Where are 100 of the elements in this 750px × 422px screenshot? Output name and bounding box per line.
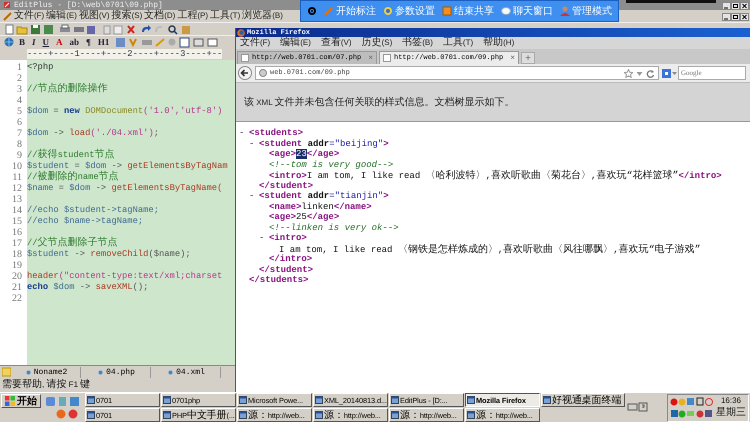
pencil-icon xyxy=(324,6,334,16)
window-icon xyxy=(315,396,323,404)
format-button[interactable]: I xyxy=(30,37,38,47)
code-line: echo $dom -> saveXML(); xyxy=(27,282,148,293)
menu-item[interactable]: 工具(T) xyxy=(442,37,474,49)
line-number: 3 xyxy=(16,84,23,95)
close-button[interactable]: × xyxy=(510,54,515,62)
code-line: $student -> removeChild($name); xyxy=(27,249,191,260)
file-tab[interactable]: 04.xml xyxy=(153,366,221,378)
caret-icon[interactable] xyxy=(636,70,643,76)
menu-item[interactable]: 编辑(E) xyxy=(46,10,77,22)
file-tab[interactable]: 04.php xyxy=(83,366,151,378)
search-engine-icon xyxy=(662,68,671,78)
menu-item[interactable]: 帮助(H) xyxy=(483,37,514,49)
text-selection: 23 xyxy=(296,149,307,160)
line-number: 12 xyxy=(11,183,23,194)
close-icon[interactable] xyxy=(740,13,749,21)
xml-comment: <!--linken is very ok--> xyxy=(269,222,399,233)
line-number: 11 xyxy=(11,172,23,183)
window-title: EditPlus - [D:\web\0701\09.php] xyxy=(14,0,163,10)
line-number: 7 xyxy=(16,128,23,139)
ruler: ----+----1----+----2----+----3----+-- xyxy=(27,49,222,59)
info-message: 该 XML 文件并未包含任何关联的样式信息。文档树显示如下。 xyxy=(244,96,515,109)
xml-line: </student> xyxy=(259,180,314,191)
code-line: $dom -> load('./04.xml'); xyxy=(27,128,160,139)
person-icon xyxy=(560,6,570,16)
back-arrow-icon[interactable] xyxy=(238,66,252,80)
menu-item[interactable]: 工具(T) xyxy=(210,10,240,22)
window-icon xyxy=(467,411,475,419)
xml-line: <name>linken</name> xyxy=(269,202,372,212)
collapse-toggle[interactable]: - xyxy=(249,191,259,202)
taskbar-button[interactable]: 好视通桌面终端 xyxy=(541,393,625,407)
collapse-toggle[interactable]: - xyxy=(259,233,269,244)
file-tab-label: Noname2 xyxy=(34,368,68,376)
window-icon xyxy=(239,411,247,419)
line-number: 19 xyxy=(11,260,23,271)
caret-icon xyxy=(672,70,677,76)
line-number: 9 xyxy=(16,150,23,161)
pencil-icon xyxy=(3,12,12,20)
line-number: 8 xyxy=(16,139,23,150)
collapse-toggle[interactable]: - xyxy=(239,128,249,138)
code-line: //节点的删除操作 xyxy=(27,84,108,95)
menu-item[interactable]: 文件(F) xyxy=(240,37,270,49)
xml-line: <age>25</age> xyxy=(269,212,340,222)
format-button[interactable]: ¶ xyxy=(84,37,93,47)
windows-flag-icon xyxy=(5,396,15,406)
chat-bubble-icon xyxy=(501,6,511,16)
minimize-icon[interactable] xyxy=(722,13,731,21)
xml-line: </intro> xyxy=(269,254,312,264)
format-button[interactable]: H1 xyxy=(96,37,112,47)
file-tab-label: 04.php xyxy=(106,368,135,376)
window-icon xyxy=(315,411,323,419)
line-number: 13 xyxy=(11,194,23,205)
stop-icon xyxy=(442,6,452,16)
reload-icon[interactable] xyxy=(646,68,655,78)
tray-icons-drawing[interactable] xyxy=(670,396,714,420)
line-number: 1 xyxy=(16,62,23,73)
format-button[interactable]: A xyxy=(54,37,65,47)
code-line: <?php xyxy=(27,62,54,73)
line-number: 10 xyxy=(11,161,23,172)
star-icon[interactable] xyxy=(624,68,633,78)
firefox-logo-icon xyxy=(237,28,245,36)
menu-item[interactable]: 历史(S) xyxy=(362,37,392,49)
menu-item[interactable]: 文件(F) xyxy=(14,10,44,22)
line-number: 14 xyxy=(11,205,23,216)
xml-line: <intro>I am tom, I like read 〈哈利波特〉,喜欢听歌曲〈菊花台〉,喜欢玩“花样篮球”</intro> xyxy=(269,169,722,182)
code-line: //echo $name->tagName; xyxy=(27,216,144,227)
xml-line: I am tom, I like read 〈钢铁是怎样炼成的〉,喜欢听歌曲〈风往哪飘〉,喜欢玩“电子游戏” xyxy=(279,242,701,256)
window-icon xyxy=(87,411,95,419)
line-number: 21 xyxy=(11,282,23,293)
start-button[interactable]: 开始 xyxy=(1,394,41,408)
window-icon xyxy=(543,396,551,404)
menu-item[interactable]: 视图(V) xyxy=(78,10,110,22)
menu-item[interactable]: 浏览器(B) xyxy=(242,10,283,22)
menu-item[interactable]: 书签(B) xyxy=(402,37,433,49)
line-number: 20 xyxy=(11,271,23,282)
xml-tag: <age> xyxy=(269,149,296,160)
format-button[interactable]: B xyxy=(17,37,28,47)
xml-line: </student> xyxy=(259,264,314,275)
xml-line: </students> xyxy=(249,275,308,286)
menu-item[interactable]: 编辑(E) xyxy=(280,37,311,49)
menu-item[interactable]: 查看(V) xyxy=(320,37,352,49)
clock-time: 16:36 xyxy=(720,396,742,405)
window-icon xyxy=(239,396,247,404)
format-button[interactable]: ab xyxy=(68,37,82,47)
xml-line: <intro> xyxy=(269,233,307,244)
format-button[interactable]: U xyxy=(40,37,52,47)
xml-comment: <!--tom is very good--> xyxy=(269,160,394,170)
close-icon[interactable] xyxy=(740,2,749,10)
window-icon xyxy=(163,411,171,419)
menu-item[interactable]: 文档(D) xyxy=(144,10,176,22)
page-icon xyxy=(383,54,391,62)
xml-line: <student addr="tianjin"> xyxy=(259,191,389,202)
collapse-toggle[interactable]: - xyxy=(249,138,259,149)
dot-icon xyxy=(168,370,174,374)
minimize-icon[interactable] xyxy=(722,2,731,10)
menu-item[interactable]: 工程(P) xyxy=(177,10,208,22)
new-tab-button[interactable]: + xyxy=(521,52,535,64)
file-tab[interactable]: Noname2 xyxy=(13,366,81,378)
menu-item[interactable]: 搜索(S) xyxy=(112,10,142,22)
